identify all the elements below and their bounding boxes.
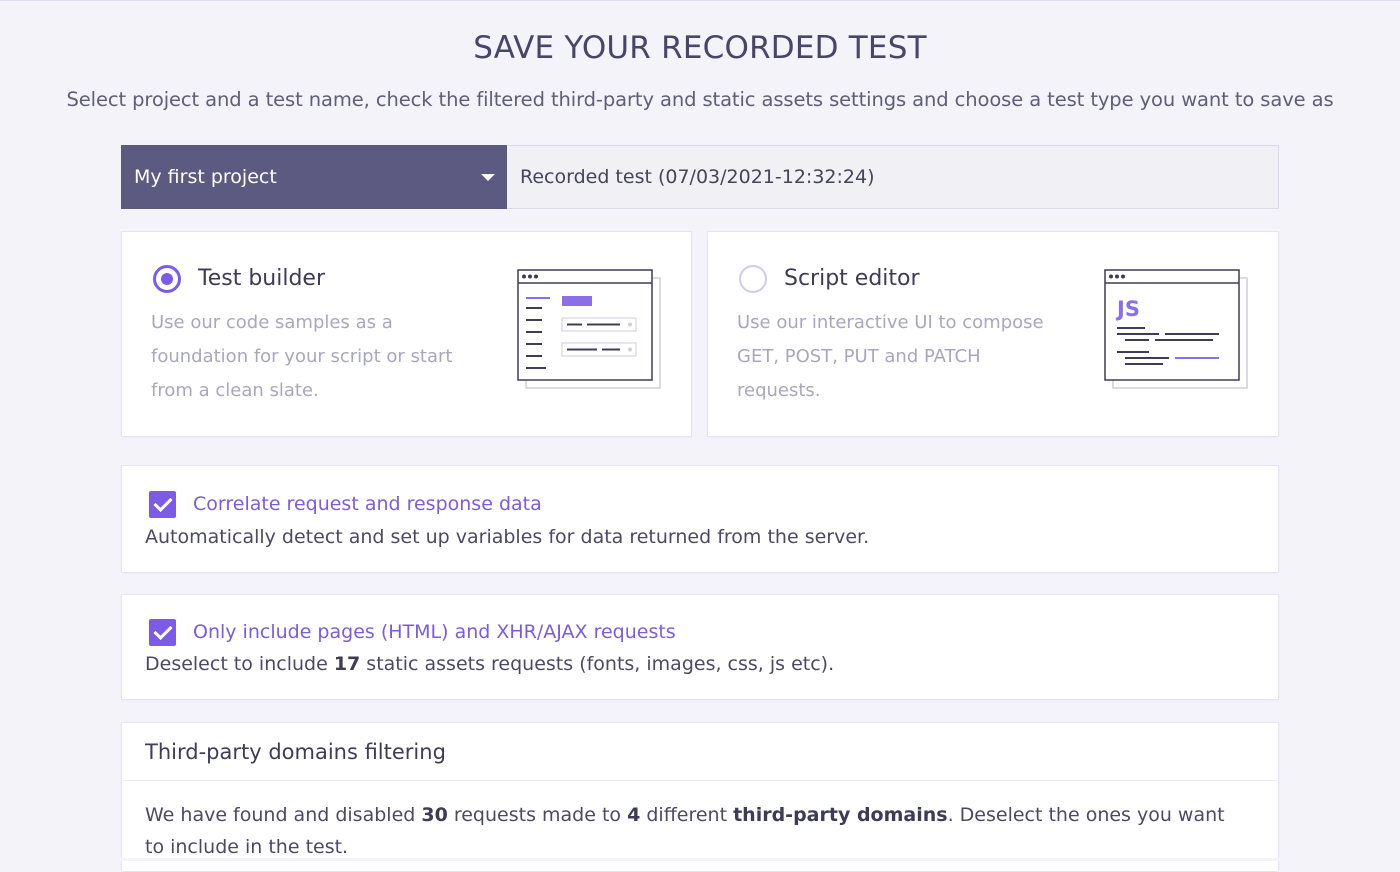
page-title: SAVE YOUR RECORDED TEST: [473, 30, 927, 66]
test-name-value: Recorded test (07/03/2021-12:32:24): [520, 166, 875, 188]
pages-only-checkbox[interactable]: [149, 619, 176, 646]
pages-only-label[interactable]: Only include pages (HTML) and XHR/AJAX r…: [193, 621, 676, 643]
js-label: JS: [1115, 297, 1140, 321]
correlate-checkbox[interactable]: [149, 491, 176, 518]
page-subtitle: Select project and a test name, check th…: [66, 88, 1334, 111]
script-editor-radio[interactable]: [739, 265, 767, 293]
script-editor-card[interactable]: Script editor Use our interactive UI to …: [707, 231, 1279, 437]
pages-only-description: Deselect to include 17 static assets req…: [145, 653, 835, 675]
chevron-down-icon: [481, 174, 495, 181]
third-party-filter-card: Third-party domains filtering We have fo…: [121, 722, 1279, 872]
project-dropdown-value: My first project: [134, 166, 277, 188]
third-party-domains-label: third-party domains: [733, 804, 948, 826]
static-assets-count: 17: [333, 653, 361, 675]
script-editor-illustration-icon: JS: [1104, 269, 1248, 389]
domains-count: 4: [627, 804, 641, 826]
project-dropdown[interactable]: My first project: [121, 145, 507, 209]
test-builder-radio[interactable]: [153, 265, 181, 293]
third-party-description: We have found and disabled 30 requests m…: [145, 804, 1225, 858]
divider: [122, 780, 1278, 781]
disabled-requests-count: 30: [421, 804, 448, 826]
test-builder-title: Test builder: [198, 266, 325, 291]
correlate-description: Automatically detect and set up variable…: [145, 526, 870, 548]
correlate-label[interactable]: Correlate request and response data: [193, 493, 542, 515]
correlate-option-card: Correlate request and response data Auto…: [121, 465, 1279, 573]
pages-only-option-card: Only include pages (HTML) and XHR/AJAX r…: [121, 594, 1279, 700]
test-builder-illustration-icon: [517, 269, 661, 389]
test-builder-card[interactable]: Test builder Use our code samples as a f…: [121, 231, 692, 437]
script-editor-title: Script editor: [784, 266, 920, 291]
top-divider: [0, 0, 1400, 1]
script-editor-description: Use our interactive UI to compose GET, P…: [737, 312, 1044, 401]
third-party-title: Third-party domains filtering: [145, 740, 446, 764]
test-builder-description: Use our code samples as a foundation for…: [151, 312, 453, 401]
test-name-input[interactable]: Recorded test (07/03/2021-12:32:24): [507, 145, 1279, 209]
